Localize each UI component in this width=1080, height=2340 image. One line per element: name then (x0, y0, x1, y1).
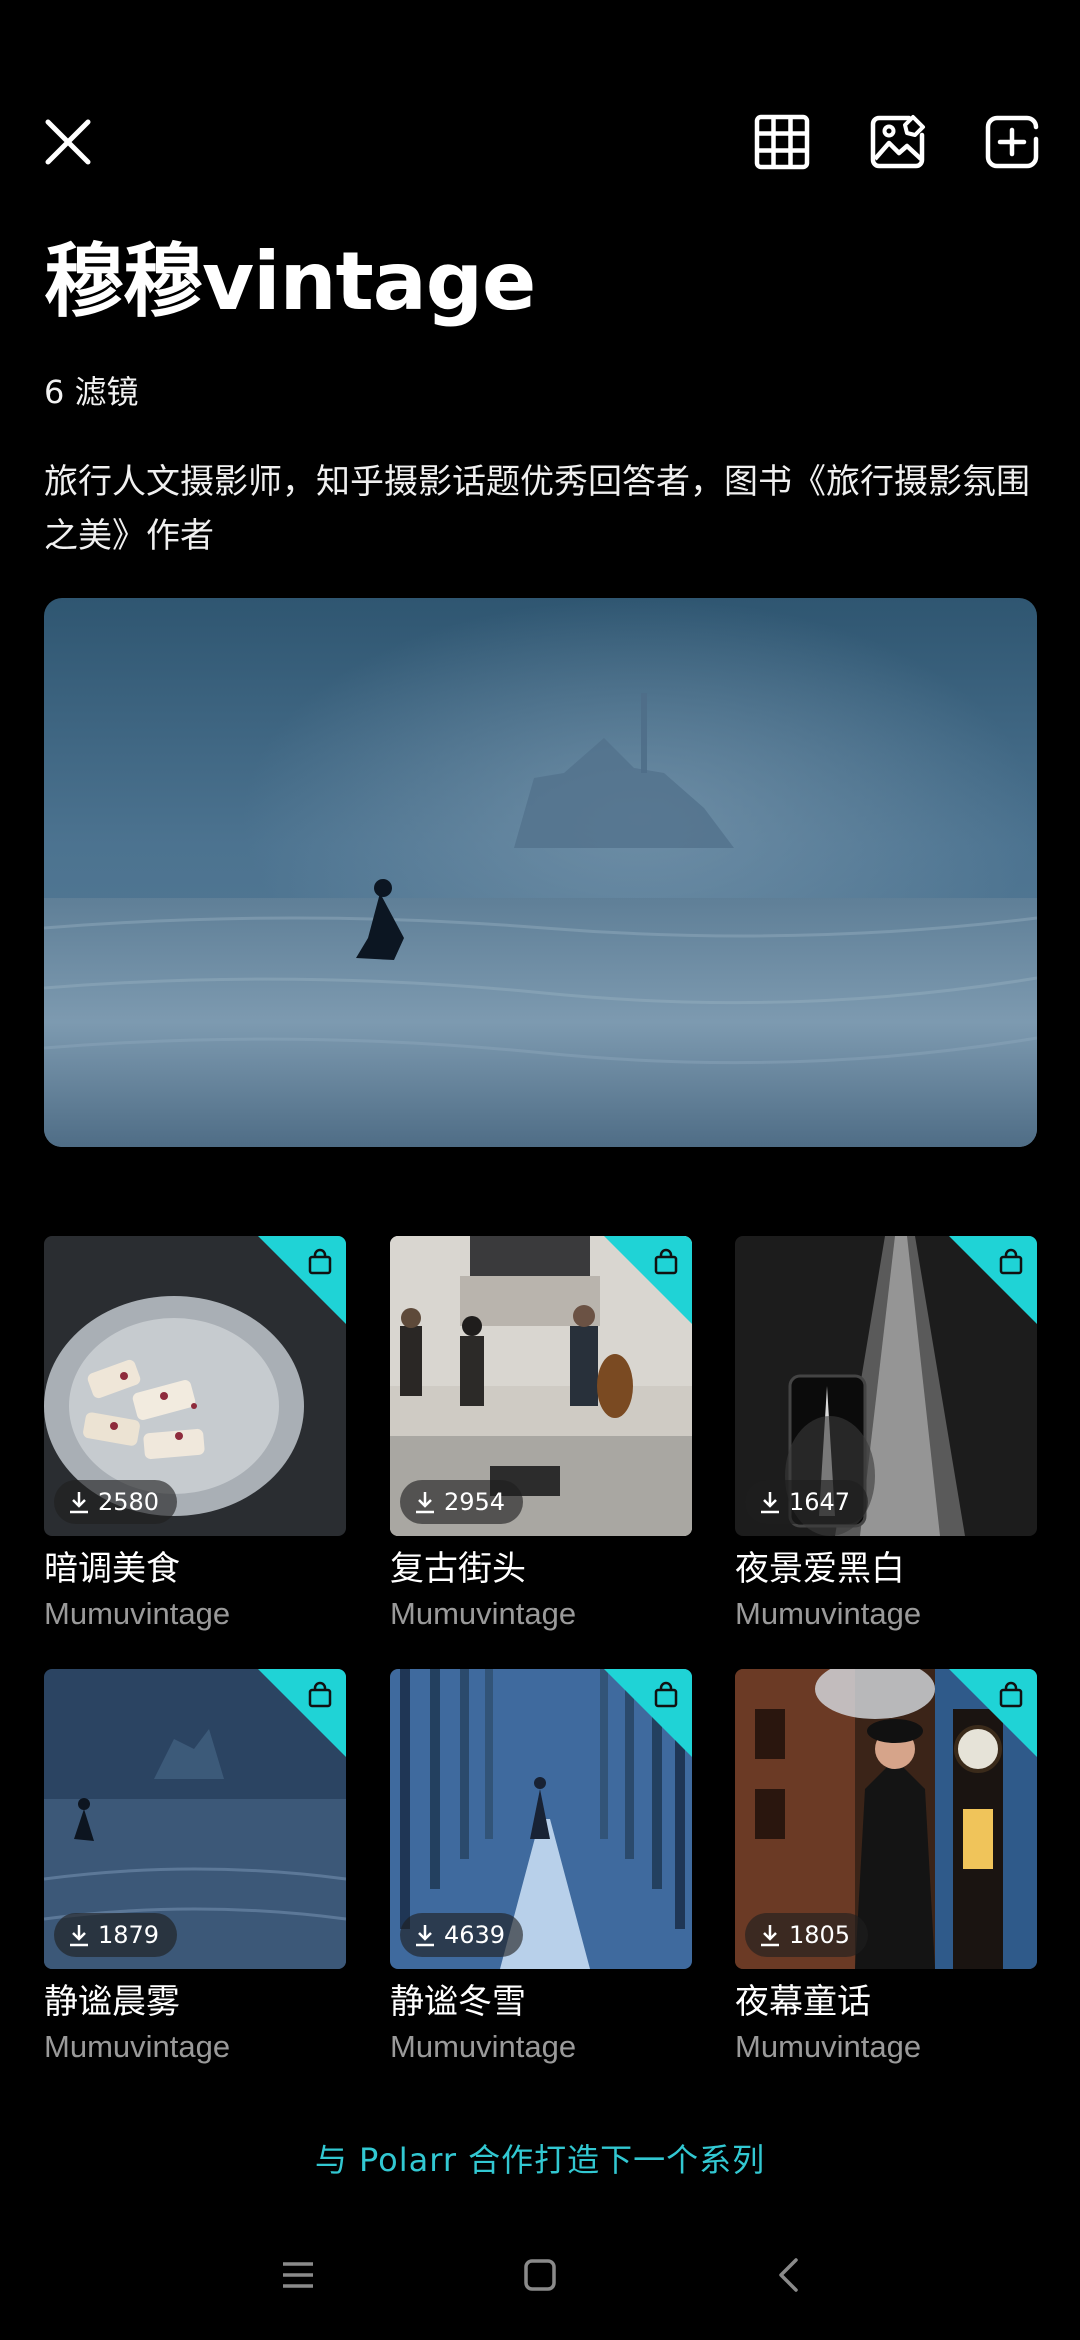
filter-name: 夜幕童话 (735, 1982, 871, 2022)
shopping-bag-icon (999, 1681, 1023, 1708)
image-edit-icon (870, 115, 925, 169)
filter-name: 夜景爱黑白 (735, 1549, 905, 1589)
home-button[interactable] (500, 2240, 580, 2310)
download-count-badge: 1647 (745, 1480, 869, 1524)
filter-author: Mumuvintage (44, 1596, 231, 1631)
filter-name: 暗调美食 (44, 1549, 180, 1589)
download-icon (70, 1925, 88, 1947)
download-count: 2580 (98, 1488, 160, 1516)
filter-author: Mumuvintage (44, 2029, 231, 2064)
filter-thumbnail: 2580 (44, 1236, 346, 1536)
partner-cta-link[interactable]: 与 Polarr 合作打造下一个系列 (0, 2138, 1080, 2182)
download-count-badge: 2954 (400, 1480, 524, 1524)
filter-card[interactable]: 2580 暗调美食 Mumuvintage (44, 1236, 346, 1636)
menu-button[interactable] (258, 2240, 338, 2310)
filter-card[interactable]: 1879 静谧晨雾 Mumuvintage (44, 1669, 346, 2069)
filter-thumbnail: 1647 (735, 1236, 1037, 1536)
download-count-badge: 1805 (745, 1913, 869, 1957)
close-icon (45, 119, 91, 165)
filter-count: 6 滤镜 (44, 373, 139, 411)
download-count-badge: 4639 (400, 1913, 524, 1957)
shopping-bag-icon (308, 1681, 332, 1708)
menu-icon (283, 2262, 313, 2288)
download-count: 1879 (98, 1921, 160, 1949)
filter-thumbnail: 4639 (390, 1669, 692, 1969)
filter-author: Mumuvintage (735, 2029, 922, 2064)
shopping-bag-icon (999, 1248, 1023, 1275)
page-title: 穆穆vintage (44, 235, 536, 328)
download-icon (761, 1925, 779, 1947)
filter-author: Mumuvintage (390, 1596, 577, 1631)
back-icon (779, 2258, 798, 2292)
profile-description: 旅行人文摄影师，知乎摄影话题优秀回答者，图书《旅行摄影氛围之美》作者 (44, 462, 1030, 556)
download-icon (416, 1492, 434, 1514)
filter-thumbnail: 1879 (44, 1669, 346, 1969)
close-button[interactable] (36, 110, 100, 174)
hero-image (44, 598, 1037, 1147)
system-nav-bar (0, 2240, 1080, 2310)
filter-name: 静谧冬雪 (390, 1982, 526, 2022)
download-count: 2954 (444, 1488, 506, 1516)
back-button[interactable] (748, 2240, 828, 2310)
image-edit-button[interactable] (866, 110, 930, 174)
download-count-badge: 2580 (54, 1480, 178, 1524)
filter-card[interactable]: 1647 夜景爱黑白 Mumuvintage (735, 1236, 1037, 1636)
shopping-bag-icon (308, 1248, 332, 1275)
add-icon (985, 115, 1039, 169)
top-bar (0, 110, 1080, 180)
shopping-bag-icon (654, 1681, 678, 1708)
download-count: 1805 (789, 1921, 851, 1949)
shopping-bag-icon (654, 1248, 678, 1275)
download-icon (761, 1492, 779, 1514)
filter-card[interactable]: 4639 静谧冬雪 Mumuvintage (390, 1669, 692, 2069)
filter-thumbnail: 2954 (390, 1236, 692, 1536)
filter-name: 复古街头 (390, 1549, 526, 1589)
download-count: 1647 (789, 1488, 851, 1516)
download-count-badge: 1879 (54, 1913, 178, 1957)
filter-card[interactable]: 2954 复古街头 Mumuvintage (390, 1236, 692, 1636)
grid-view-button[interactable] (750, 110, 814, 174)
home-icon (524, 2259, 556, 2291)
filter-card[interactable]: 1805 夜幕童话 Mumuvintage (735, 1669, 1037, 2069)
filter-author: Mumuvintage (390, 2029, 577, 2064)
download-icon (416, 1925, 434, 1947)
filter-thumbnail: 1805 (735, 1669, 1037, 1969)
add-filter-button[interactable] (980, 110, 1044, 174)
download-count: 4639 (444, 1921, 506, 1949)
hero-photo-foggy-castle (44, 598, 1037, 1147)
grid-icon (754, 114, 810, 170)
download-icon (70, 1492, 88, 1514)
filter-author: Mumuvintage (735, 1596, 922, 1631)
filter-name: 静谧晨雾 (44, 1982, 180, 2022)
